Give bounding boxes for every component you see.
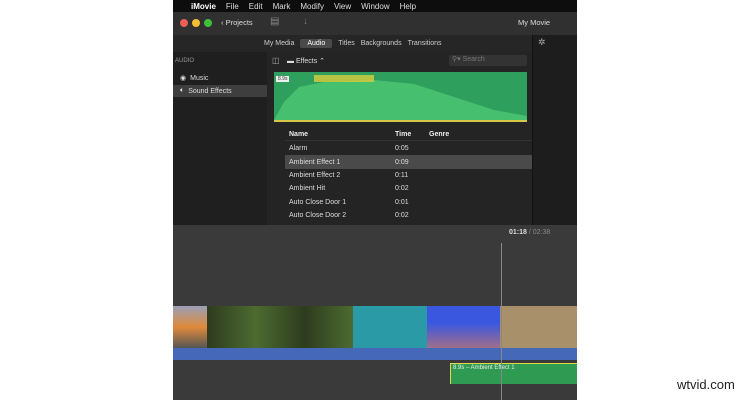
sidebar-item-music[interactable]: ◉ Music bbox=[173, 72, 267, 84]
sidebar-item-sound-effects[interactable]: 🔈︎ Sound Effects bbox=[173, 85, 267, 97]
table-row[interactable]: Auto Close Door 2 0:02 bbox=[285, 209, 532, 222]
project-title: My Movie bbox=[518, 18, 551, 27]
audio-browser: ◫ ▬ Effects ⌃ ⚲▾ Search 8.9s Name Time G… bbox=[267, 52, 532, 225]
table-header: Name Time Genre bbox=[285, 128, 532, 142]
imovie-window: iMovie File Edit Mark Modify View Window… bbox=[173, 0, 577, 400]
row-name: Ambient Hit bbox=[289, 185, 326, 193]
browser-tabs: My Media Audio Titles Backgrounds Transi… bbox=[173, 35, 533, 52]
sidebar: AUDIO ◉ Music 🔈︎ Sound Effects bbox=[173, 52, 267, 225]
video-clip[interactable] bbox=[500, 306, 577, 348]
menu-file[interactable]: File bbox=[226, 2, 239, 11]
table-row[interactable]: Ambient Effect 1 0:09 bbox=[285, 155, 532, 169]
row-time: 0:05 bbox=[395, 145, 409, 153]
column-time[interactable]: Time bbox=[395, 131, 429, 138]
row-time: 0:02 bbox=[395, 212, 409, 220]
row-name: Auto Close Door 2 bbox=[289, 212, 347, 220]
sound-effect-clip[interactable]: 8.9s – Ambient Effect 1 bbox=[450, 363, 577, 384]
row-name: Ambient Effect 1 bbox=[289, 158, 341, 166]
menu-app[interactable]: iMovie bbox=[191, 2, 216, 11]
import-icon[interactable]: ↓ bbox=[303, 16, 308, 27]
menu-view[interactable]: View bbox=[334, 2, 351, 11]
menu-bar: iMovie File Edit Mark Modify View Window… bbox=[173, 0, 577, 12]
menu-mark[interactable]: Mark bbox=[273, 2, 291, 11]
projects-label: Projects bbox=[225, 18, 253, 27]
timeline: 01:18 / 02:38 8.9s – Ambient Effect 1 bbox=[173, 225, 577, 400]
waveform-graphic bbox=[274, 75, 527, 120]
menu-edit[interactable]: Edit bbox=[249, 2, 263, 11]
sidebar-item-label: Music bbox=[190, 74, 209, 82]
speaker-icon: 🔈︎ bbox=[180, 87, 185, 94]
minimize-button[interactable] bbox=[192, 19, 200, 27]
timecode: 01:18 / 02:38 bbox=[509, 229, 551, 236]
search-icon: ⚲▾ bbox=[452, 56, 463, 63]
zoom-button[interactable] bbox=[204, 19, 212, 27]
music-icon: ◉ bbox=[180, 75, 187, 82]
menu-modify[interactable]: Modify bbox=[300, 2, 324, 11]
menu-help[interactable]: Help bbox=[400, 2, 416, 11]
row-time: 0:01 bbox=[395, 198, 409, 206]
tab-backgrounds[interactable]: Backgrounds bbox=[361, 40, 402, 47]
tab-my-media[interactable]: My Media bbox=[264, 40, 294, 47]
sound-effect-clip-label: 8.9s – Ambient Effect 1 bbox=[453, 365, 515, 371]
column-name[interactable]: Name bbox=[285, 131, 395, 138]
video-clip[interactable] bbox=[207, 306, 353, 348]
table-row[interactable]: Auto Close Door 1 0:01 bbox=[285, 196, 532, 209]
table-row[interactable]: Ambient Hit 0:02 bbox=[285, 182, 532, 195]
media-icon[interactable]: ▤ bbox=[270, 16, 279, 27]
search-input[interactable]: ⚲▾ Search bbox=[449, 55, 527, 66]
table-row[interactable]: Ambient Effect 2 0:11 bbox=[285, 169, 532, 182]
playhead[interactable] bbox=[501, 243, 502, 400]
sidebar-toggle-icon[interactable]: ◫ bbox=[272, 56, 280, 65]
column-genre[interactable]: Genre bbox=[429, 131, 479, 138]
viewer: ✲ bbox=[532, 35, 577, 225]
row-time: 0:11 bbox=[395, 171, 409, 179]
sidebar-header: AUDIO bbox=[175, 58, 195, 64]
folder-label: Effects bbox=[295, 58, 318, 65]
video-clip[interactable] bbox=[353, 306, 427, 348]
clip-audio-track[interactable] bbox=[173, 348, 577, 360]
title-bar: ‹ Projects ▤ ↓ My Movie bbox=[173, 12, 577, 35]
search-placeholder: Search bbox=[462, 56, 485, 63]
close-button[interactable] bbox=[180, 19, 188, 27]
sidebar-item-label: Sound Effects bbox=[188, 87, 232, 95]
row-name: Ambient Effect 2 bbox=[289, 171, 341, 179]
current-time: 01:18 bbox=[509, 229, 527, 236]
magic-wand-icon[interactable]: ✲ bbox=[538, 37, 546, 48]
duration-label: 8.9s bbox=[276, 76, 290, 82]
tab-transitions[interactable]: Transitions bbox=[408, 40, 442, 47]
folder-select[interactable]: ▬ Effects ⌃ bbox=[287, 57, 325, 65]
table-row[interactable]: Alarm 0:05 bbox=[285, 142, 532, 155]
menu-window[interactable]: Window bbox=[361, 2, 389, 11]
waveform-preview[interactable]: 8.9s bbox=[274, 72, 527, 122]
video-clip[interactable] bbox=[427, 306, 500, 348]
tab-audio[interactable]: Audio bbox=[300, 39, 333, 48]
row-time: 0:09 bbox=[395, 158, 409, 166]
row-time: 0:02 bbox=[395, 185, 409, 193]
row-name: Alarm bbox=[289, 145, 308, 153]
video-clip[interactable] bbox=[173, 306, 207, 348]
watermark: wtvid.com bbox=[677, 377, 735, 392]
total-time: 02:38 bbox=[532, 229, 551, 236]
tab-titles[interactable]: Titles bbox=[338, 40, 354, 47]
row-name: Auto Close Door 1 bbox=[289, 198, 347, 206]
projects-button[interactable]: ‹ Projects bbox=[221, 18, 253, 27]
